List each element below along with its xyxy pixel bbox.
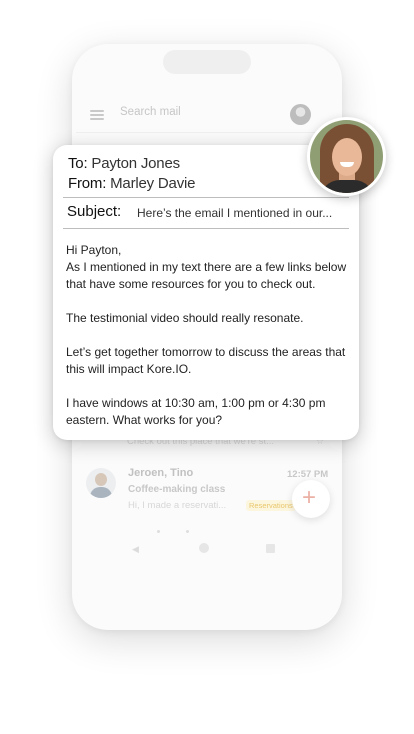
from-value: Marley Davie — [110, 175, 196, 192]
divider-dot — [186, 530, 189, 533]
email-label-badge: Reservations — [246, 500, 296, 511]
subject-value: Here’s the email I mentioned in our... — [137, 206, 333, 220]
to-line: To: Payton Jones — [68, 155, 180, 172]
from-label: From: — [68, 175, 107, 192]
from-line: From: Marley Davie — [68, 175, 195, 192]
search-bar[interactable]: Search mail — [76, 98, 326, 133]
phone-notch — [163, 50, 251, 74]
email-time: 12:57 PM — [287, 469, 329, 480]
account-avatar[interactable] — [290, 104, 311, 125]
plus-icon: + — [302, 484, 317, 511]
email-subject: Coffee-making class — [128, 484, 226, 495]
body-paragraph: The testimonial video should really reso… — [66, 311, 304, 325]
body-paragraph: I have windows at 10:30 am, 1:00 pm or 4… — [66, 396, 326, 427]
avatar — [86, 468, 116, 498]
circle-home-icon[interactable] — [199, 543, 209, 553]
divider — [63, 197, 349, 198]
compose-button[interactable]: + — [292, 480, 330, 518]
to-value: Payton Jones — [91, 155, 180, 172]
body-greeting: Hi Payton, — [66, 243, 122, 257]
divider — [63, 228, 349, 229]
body-paragraph: Let’s get together tomorrow to discuss t… — [66, 345, 346, 376]
email-preview-card: To: Payton Jones From: Marley Davie Subj… — [53, 145, 359, 440]
email-sender: Jeroen, Tino — [128, 467, 194, 479]
email-snippet: Hi, I made a reservati... — [128, 500, 227, 511]
square-recents-icon[interactable] — [266, 544, 275, 553]
hamburger-menu-icon[interactable] — [90, 110, 104, 120]
body-paragraph: As I mentioned in my text there are a fe… — [66, 260, 347, 291]
subject-label: Subject: — [67, 203, 122, 220]
avatar — [310, 120, 383, 193]
email-body: Hi Payton, As I mentioned in my text the… — [66, 242, 358, 429]
to-label: To: — [68, 155, 88, 172]
search-input[interactable]: Search mail — [120, 106, 181, 118]
triangle-back-icon[interactable]: ◀ — [132, 544, 139, 555]
sender-profile-photo — [307, 117, 386, 196]
divider-dot — [157, 530, 160, 533]
